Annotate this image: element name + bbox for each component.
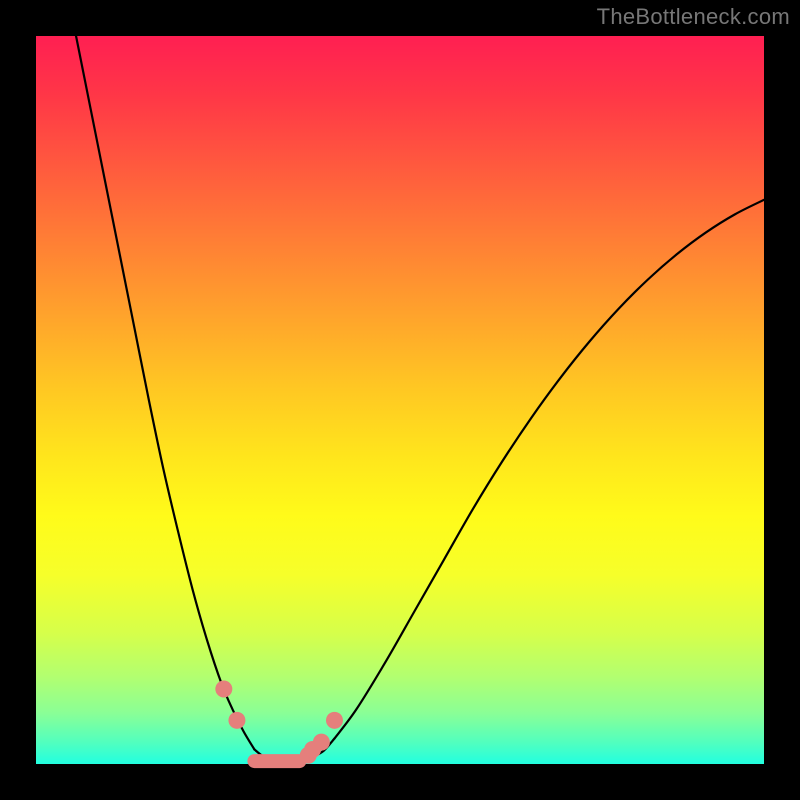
- marker-dot: [215, 681, 232, 698]
- curve-right-branch: [334, 200, 764, 739]
- watermark-text: TheBottleneck.com: [597, 4, 790, 30]
- chart-svg: [36, 36, 764, 764]
- chart-frame: TheBottleneck.com: [0, 0, 800, 800]
- marker-dot: [326, 712, 343, 729]
- marker-dot: [228, 712, 245, 729]
- curve-left-branch: [76, 36, 254, 749]
- marker-dot: [313, 734, 330, 751]
